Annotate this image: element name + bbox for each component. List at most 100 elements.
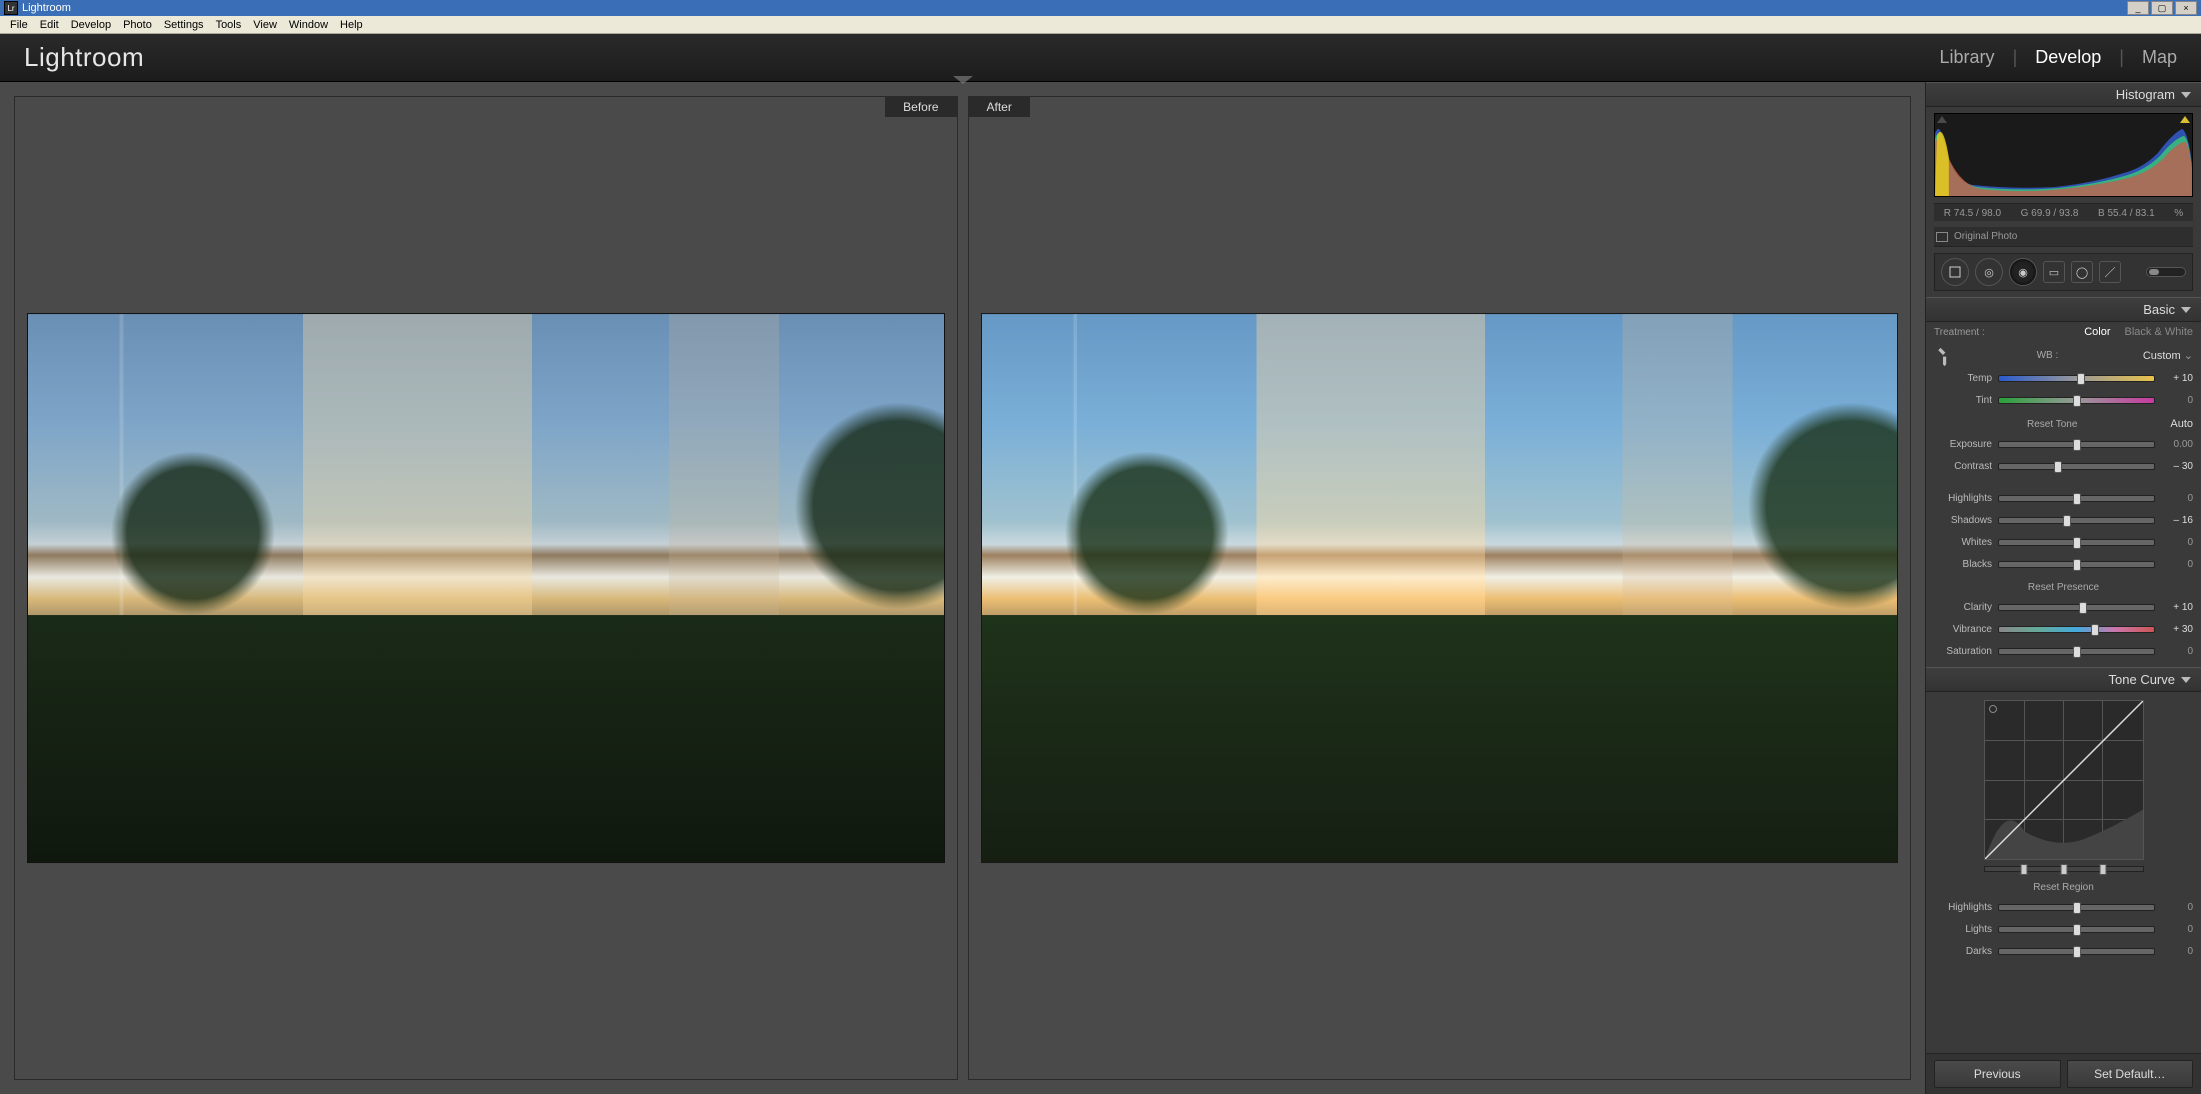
- histogram-graph[interactable]: [1934, 113, 2193, 197]
- tc-lights-slider[interactable]: [1998, 926, 2155, 933]
- after-pane[interactable]: After: [968, 96, 1912, 1080]
- app-icon: Lr: [4, 1, 18, 15]
- hist-r: R 74.5 / 98.0: [1944, 208, 2001, 219]
- menu-view[interactable]: View: [247, 19, 283, 31]
- window-minimize-button[interactable]: _: [2127, 1, 2149, 15]
- tc-darks-slider[interactable]: [1998, 948, 2155, 955]
- tc-darks-label: Darks: [1934, 946, 1992, 957]
- menu-develop[interactable]: Develop: [65, 19, 117, 31]
- hist-g: G 69.9 / 93.8: [2021, 208, 2079, 219]
- reset-region[interactable]: Reset Region: [1934, 882, 2193, 893]
- tc-lights-label: Lights: [1934, 924, 1992, 935]
- wb-label: WB :: [1952, 350, 2143, 361]
- crop-tool-button[interactable]: [1941, 258, 1969, 286]
- window-close-button[interactable]: ×: [2175, 1, 2197, 15]
- blacks-slider[interactable]: [1998, 561, 2155, 568]
- set-default-button[interactable]: Set Default…: [2067, 1060, 2194, 1088]
- checkbox-icon: [1936, 232, 1948, 242]
- shadows-slider[interactable]: [1998, 517, 2155, 524]
- chevron-down-icon: [2181, 92, 2191, 98]
- tint-value[interactable]: 0: [2161, 395, 2193, 406]
- clarity-value[interactable]: + 10: [2161, 602, 2193, 613]
- eyedropper-icon[interactable]: [1930, 342, 1955, 367]
- image-viewer: Before After: [0, 82, 1925, 1094]
- treatment-label: Treatment :: [1934, 327, 1985, 338]
- tonecurve-header[interactable]: Tone Curve: [1926, 667, 2201, 692]
- temp-slider[interactable]: [1998, 375, 2155, 382]
- hist-pct: %: [2174, 208, 2183, 219]
- tone-curve-graph[interactable]: [1984, 700, 2144, 860]
- tc-highlights-value[interactable]: 0: [2161, 902, 2193, 913]
- shadow-clip-icon[interactable]: [1937, 116, 1947, 123]
- shadows-value[interactable]: – 16: [2161, 515, 2193, 526]
- temp-value[interactable]: + 10: [2161, 373, 2193, 384]
- clarity-slider[interactable]: [1998, 604, 2155, 611]
- tool-switch[interactable]: [2146, 267, 2186, 277]
- treatment-bw[interactable]: Black & White: [2125, 326, 2193, 338]
- redeye-tool-button[interactable]: ◉: [2009, 258, 2037, 286]
- treatment-color[interactable]: Color: [2084, 326, 2110, 338]
- tint-label: Tint: [1934, 395, 1992, 406]
- whites-label: Whites: [1934, 537, 1992, 548]
- develop-panel: Histogram R 74.5 / 98.0 G 69.9 / 9: [1925, 82, 2201, 1094]
- vibrance-slider[interactable]: [1998, 626, 2155, 633]
- tone-curve-region-rail[interactable]: [1984, 866, 2144, 872]
- module-develop[interactable]: Develop: [2035, 47, 2101, 68]
- menu-edit[interactable]: Edit: [34, 19, 65, 31]
- saturation-value[interactable]: 0: [2161, 646, 2193, 657]
- chevron-down-icon: [2181, 677, 2191, 683]
- menu-tools[interactable]: Tools: [210, 19, 248, 31]
- tc-darks-value[interactable]: 0: [2161, 946, 2193, 957]
- tc-highlights-slider[interactable]: [1998, 904, 2155, 911]
- top-panel-toggle-icon[interactable]: [953, 76, 973, 84]
- blacks-value[interactable]: 0: [2161, 559, 2193, 570]
- before-pane[interactable]: Before: [14, 96, 958, 1080]
- menu-file[interactable]: File: [4, 19, 34, 31]
- menu-settings[interactable]: Settings: [158, 19, 210, 31]
- menu-window[interactable]: Window: [283, 19, 334, 31]
- original-photo-toggle[interactable]: Original Photo: [1934, 227, 2193, 247]
- histogram-title: Histogram: [2116, 87, 2175, 102]
- shadows-label: Shadows: [1934, 515, 1992, 526]
- module-library[interactable]: Library: [1940, 47, 1995, 68]
- vibrance-label: Vibrance: [1934, 624, 1992, 635]
- menu-photo[interactable]: Photo: [117, 19, 158, 31]
- window-maximize-button[interactable]: ▢: [2151, 1, 2173, 15]
- exposure-value[interactable]: 0.00: [2161, 439, 2193, 450]
- histogram-header[interactable]: Histogram: [1926, 82, 2201, 107]
- tint-slider[interactable]: [1998, 397, 2155, 404]
- tc-highlights-label: Highlights: [1934, 902, 1992, 913]
- contrast-value[interactable]: – 30: [2161, 461, 2193, 472]
- basic-header[interactable]: Basic: [1926, 297, 2201, 322]
- highlights-label: Highlights: [1934, 493, 1992, 504]
- before-image: [27, 313, 945, 863]
- vibrance-value[interactable]: + 30: [2161, 624, 2193, 635]
- before-label: Before: [885, 97, 956, 117]
- contrast-slider[interactable]: [1998, 463, 2155, 470]
- whites-slider[interactable]: [1998, 539, 2155, 546]
- wb-dropdown[interactable]: Custom: [2143, 349, 2193, 362]
- radial-tool-button[interactable]: ◯: [2071, 261, 2093, 283]
- highlights-value[interactable]: 0: [2161, 493, 2193, 504]
- divider: |: [2013, 47, 2018, 68]
- chevron-down-icon: [2181, 307, 2191, 313]
- menu-help[interactable]: Help: [334, 19, 369, 31]
- previous-button[interactable]: Previous: [1934, 1060, 2061, 1088]
- brush-tool-button[interactable]: ／: [2099, 261, 2121, 283]
- auto-button[interactable]: Auto: [2170, 418, 2193, 430]
- spot-tool-button[interactable]: ◎: [1975, 258, 2003, 286]
- whites-value[interactable]: 0: [2161, 537, 2193, 548]
- divider: |: [2119, 47, 2124, 68]
- tonecurve-title: Tone Curve: [2109, 672, 2175, 687]
- grad-tool-button[interactable]: ▭: [2043, 261, 2065, 283]
- module-map[interactable]: Map: [2142, 47, 2177, 68]
- saturation-slider[interactable]: [1998, 648, 2155, 655]
- reset-presence[interactable]: Reset Presence: [1934, 582, 2193, 593]
- clarity-label: Clarity: [1934, 602, 1992, 613]
- exposure-slider[interactable]: [1998, 441, 2155, 448]
- reset-tone[interactable]: Reset Tone: [1934, 419, 2170, 430]
- highlight-clip-icon[interactable]: [2180, 116, 2190, 123]
- highlights-slider[interactable]: [1998, 495, 2155, 502]
- tc-lights-value[interactable]: 0: [2161, 924, 2193, 935]
- after-label: After: [969, 97, 1030, 117]
